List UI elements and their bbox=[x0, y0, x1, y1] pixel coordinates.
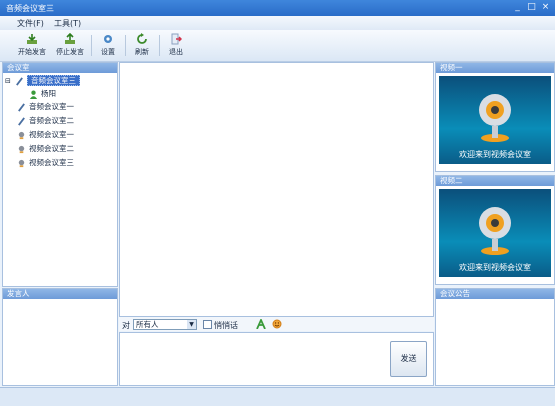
menu-bar: 文件(F) 工具(T) bbox=[0, 16, 555, 30]
tree-item-video-room-1[interactable]: 视频会议室一 bbox=[17, 129, 74, 141]
font-icon[interactable] bbox=[256, 319, 266, 329]
mic-icon bbox=[18, 102, 25, 112]
tree-item-label: 音频会议室二 bbox=[29, 116, 74, 125]
emoticon-icon[interactable] bbox=[272, 319, 282, 329]
video2-header: 视频二 bbox=[436, 176, 554, 186]
message-input[interactable]: 发送 bbox=[119, 332, 434, 386]
video-feed-2[interactable]: 欢迎来到视频会议室 bbox=[439, 189, 551, 277]
chat-options-bar: 对 所有人 ▼ 悄悄话 bbox=[119, 317, 434, 331]
refresh-button[interactable]: 刷新 bbox=[131, 32, 153, 59]
tree-item-label: 视频会议室一 bbox=[29, 130, 74, 139]
notice-header: 会议公告 bbox=[436, 289, 554, 299]
settings-label: 设置 bbox=[101, 48, 115, 56]
video-feed-1[interactable]: 欢迎来到视频会议室 bbox=[439, 76, 551, 164]
video2-caption: 欢迎来到视频会议室 bbox=[459, 263, 531, 272]
stop-speaking-label: 停止发言 bbox=[56, 48, 84, 56]
chat-display[interactable] bbox=[119, 62, 434, 317]
tree-item-audio-room-3[interactable]: 音频会议室三 bbox=[15, 75, 80, 87]
toolbar: 开始发言 停止发言 设置 刷新 退出 bbox=[0, 30, 555, 62]
rooms-header: 会议室 bbox=[3, 63, 117, 73]
exit-button[interactable]: 退出 bbox=[165, 32, 187, 59]
mic-icon bbox=[18, 116, 25, 126]
start-speaking-label: 开始发言 bbox=[18, 48, 46, 56]
recipient-select[interactable]: 所有人 ▼ bbox=[133, 319, 197, 330]
toolbar-separator bbox=[125, 35, 126, 56]
user-icon bbox=[29, 90, 38, 99]
camera-icon bbox=[18, 145, 25, 153]
title-bar: 音频会议室三 _ □ × bbox=[0, 0, 555, 17]
recipient-value: 所有人 bbox=[136, 320, 159, 329]
camera-icon bbox=[18, 159, 25, 167]
to-label: 对 bbox=[122, 321, 130, 330]
speakers-header: 发言人 bbox=[3, 289, 117, 299]
chevron-down-icon[interactable]: ▼ bbox=[187, 320, 196, 329]
tree-item-label: 视频会议室二 bbox=[29, 144, 74, 153]
stop-speaking-button[interactable]: 停止发言 bbox=[54, 32, 86, 59]
video-panel-1: 视频一 欢迎来到视频会议室 bbox=[435, 62, 555, 172]
tree-item-label: 音频会议室一 bbox=[29, 102, 74, 111]
whisper-checkbox[interactable] bbox=[203, 320, 212, 329]
refresh-icon bbox=[137, 33, 147, 44]
close-button[interactable]: × bbox=[540, 2, 551, 13]
mic-icon bbox=[16, 76, 23, 86]
exit-label: 退出 bbox=[169, 48, 183, 56]
tree-item-label: 杨阳 bbox=[41, 89, 56, 98]
tree-item-audio-room-1[interactable]: 音频会议室一 bbox=[17, 101, 74, 113]
menu-file[interactable]: 文件(F) bbox=[17, 18, 44, 29]
settings-button[interactable]: 设置 bbox=[97, 32, 119, 59]
camera-icon bbox=[18, 131, 25, 139]
tree-item-label: 音频会议室三 bbox=[27, 75, 80, 86]
speakers-panel: 发言人 bbox=[2, 288, 118, 386]
notice-panel: 会议公告 bbox=[435, 288, 555, 386]
whisper-label: 悄悄话 bbox=[214, 321, 238, 330]
tree-item-video-room-3[interactable]: 视频会议室三 bbox=[17, 157, 74, 169]
video-panel-2: 视频二 欢迎来到视频会议室 bbox=[435, 175, 555, 285]
toolbar-separator bbox=[91, 35, 92, 56]
status-bar bbox=[0, 387, 555, 406]
tree-item-audio-room-2[interactable]: 音频会议室二 bbox=[17, 115, 74, 127]
tree-item-label: 视频会议室三 bbox=[29, 158, 74, 167]
toolbar-separator bbox=[159, 35, 160, 56]
start-speaking-button[interactable]: 开始发言 bbox=[16, 32, 48, 59]
settings-gear-icon bbox=[104, 35, 112, 43]
video1-header: 视频一 bbox=[436, 63, 554, 73]
video1-caption: 欢迎来到视频会议室 bbox=[459, 150, 531, 159]
send-button[interactable]: 发送 bbox=[390, 341, 427, 377]
window-title: 音频会议室三 bbox=[6, 4, 54, 13]
tree-item-user[interactable]: 杨阳 bbox=[29, 88, 56, 100]
exit-icon bbox=[171, 33, 182, 45]
minimize-button[interactable]: _ bbox=[512, 2, 523, 13]
tree-collapse-toggle[interactable]: ⊟ bbox=[5, 75, 11, 87]
tree-item-video-room-2[interactable]: 视频会议室二 bbox=[17, 143, 74, 155]
rooms-panel: 会议室 ⊟ 音频会议室三 杨阳 音频会议室一 音频会议室二 视频会议室一 视频会… bbox=[2, 62, 118, 287]
stop-speaking-icon bbox=[65, 33, 75, 44]
start-speaking-icon bbox=[27, 34, 37, 44]
menu-tools[interactable]: 工具(T) bbox=[54, 18, 81, 29]
refresh-label: 刷新 bbox=[135, 48, 149, 56]
maximize-button[interactable]: □ bbox=[526, 2, 537, 13]
